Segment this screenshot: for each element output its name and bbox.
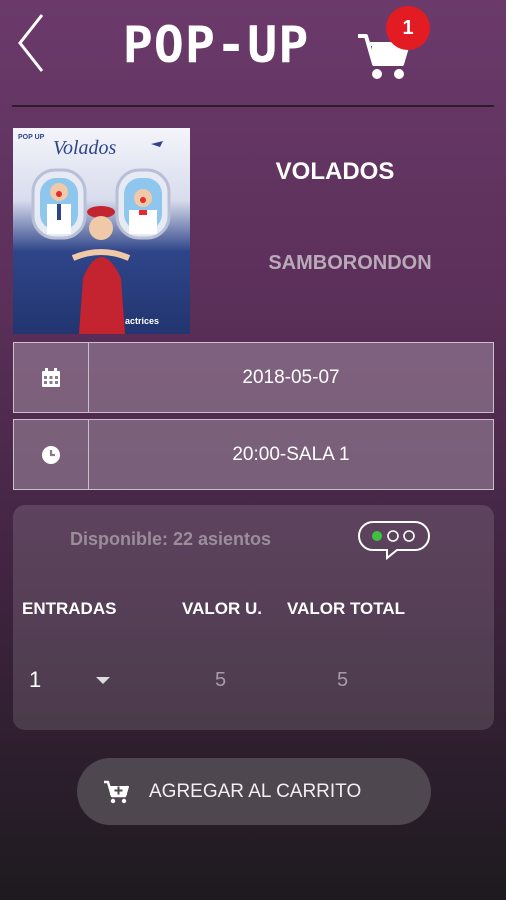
time-selector[interactable]: 20:00-SALA 1 <box>13 419 494 490</box>
event-title: VOLADOS <box>275 158 395 185</box>
calendar-icon <box>42 367 60 387</box>
availability-text: Disponible: 22 asientos <box>70 529 272 549</box>
total-value: 5 <box>337 669 349 691</box>
add-to-cart-button[interactable]: AGREGAR AL CARRITO <box>77 758 431 825</box>
seat-availability-icon <box>358 521 430 561</box>
back-arrow-icon[interactable] <box>14 12 48 74</box>
quantity-dropdown[interactable]: 1 <box>21 655 121 705</box>
column-header-valor-unitario: VALOR U. <box>182 599 262 618</box>
column-header-valor-total: VALOR TOTAL <box>287 599 406 618</box>
event-poster: POP UP Volados actrices <box>13 128 190 334</box>
date-selector[interactable]: 2018-05-07 <box>13 342 494 413</box>
poster-brand-text: POP UP <box>18 134 45 141</box>
logo-text: POP-UP <box>122 16 310 74</box>
poster-footer-brand: actrices <box>125 316 159 326</box>
clock-icon <box>42 445 60 464</box>
poster-title: Volados <box>53 137 117 159</box>
chevron-down-icon <box>96 677 110 684</box>
add-cart-icon <box>104 780 129 803</box>
cart-count-badge[interactable]: 1 <box>386 6 430 50</box>
add-to-cart-label: AGREGAR AL CARRITO <box>149 780 362 802</box>
event-location: SAMBORONDON <box>268 252 432 274</box>
header-divider <box>12 105 494 107</box>
date-icon-cell <box>14 343 89 412</box>
date-value[interactable]: 2018-05-07 <box>89 343 493 412</box>
time-value[interactable]: 20:00-SALA 1 <box>89 420 493 489</box>
unit-value: 5 <box>215 669 227 691</box>
time-icon-cell <box>14 420 89 489</box>
quantity-value: 1 <box>29 667 42 692</box>
app-logo: POP-UP <box>100 18 332 72</box>
column-header-entradas: ENTRADAS <box>22 599 117 618</box>
ticket-panel: Disponible: 22 asientos ENTRADAS VALOR U… <box>13 505 494 730</box>
app-header: POP-UP 1 <box>0 0 506 106</box>
